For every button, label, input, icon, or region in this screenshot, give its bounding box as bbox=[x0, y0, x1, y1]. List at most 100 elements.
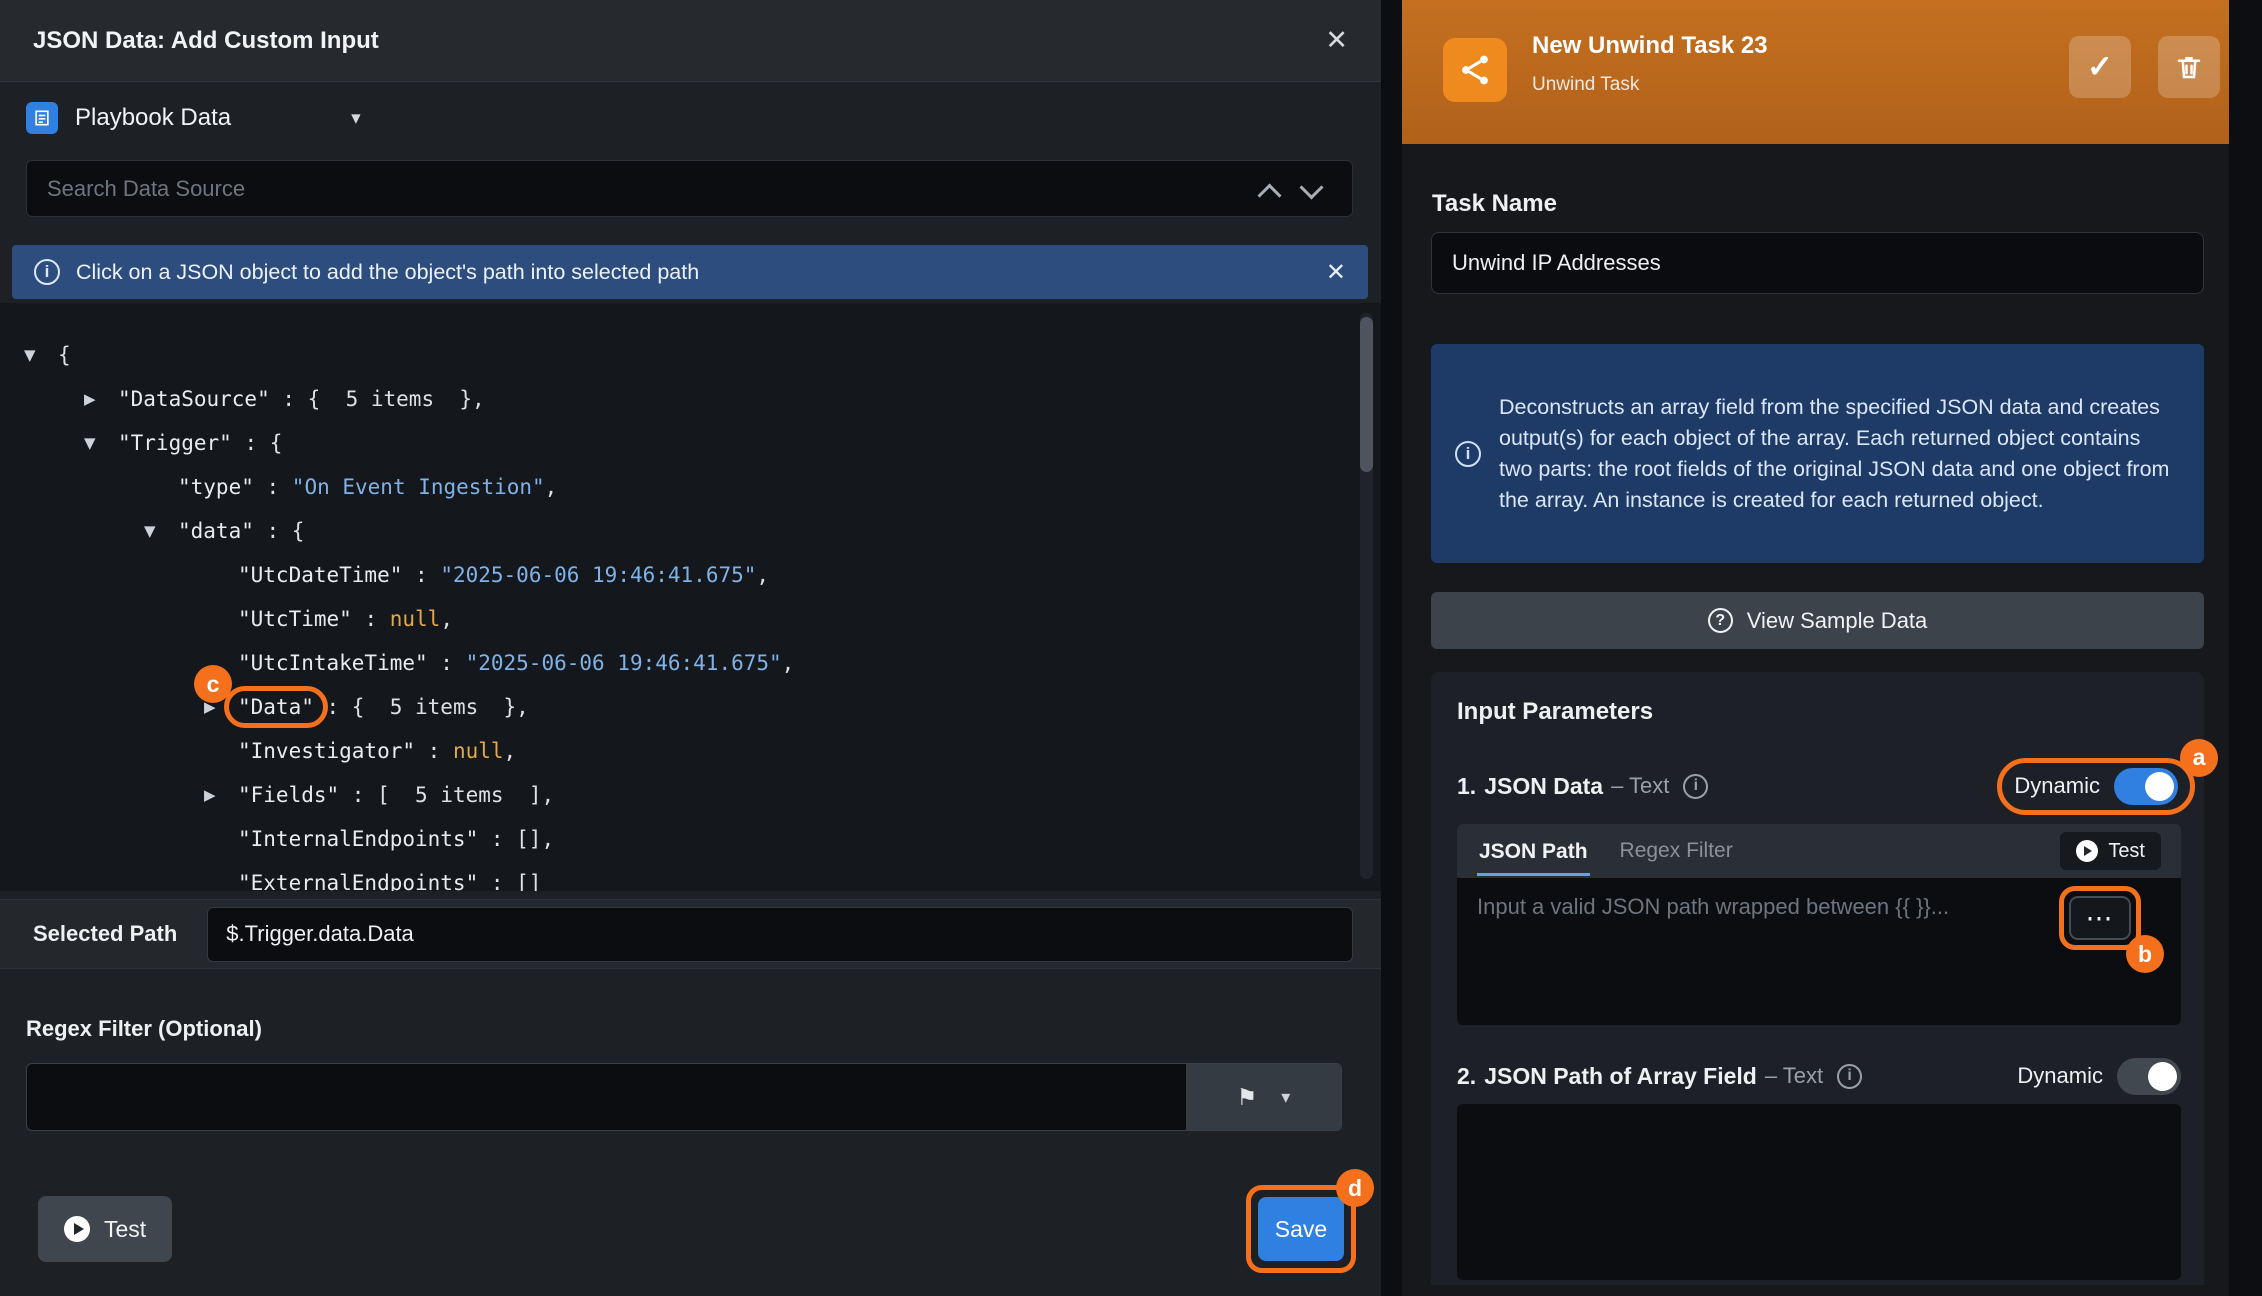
view-sample-data-button[interactable]: ? View Sample Data bbox=[1431, 592, 2204, 649]
task-name-input[interactable] bbox=[1431, 232, 2204, 294]
json-tree-line[interactable]: ▼{ bbox=[0, 333, 1381, 377]
dynamic-label: Dynamic bbox=[2017, 1063, 2103, 1089]
annotation-badge-c: c bbox=[194, 665, 232, 703]
input-parameters-heading: Input Parameters bbox=[1457, 698, 1653, 726]
json-token-punct: { bbox=[308, 387, 346, 411]
json-token-punct: : bbox=[352, 607, 390, 631]
json-token-key[interactable]: "Trigger" bbox=[118, 431, 232, 455]
task-name-label: Task Name bbox=[1432, 190, 1557, 218]
json-token-punct: : { bbox=[254, 519, 305, 543]
json-token-punct: ], bbox=[504, 783, 555, 807]
info-icon: i bbox=[1455, 441, 1481, 467]
editor-test-button[interactable]: Test bbox=[2060, 832, 2161, 870]
json-tree-line[interactable]: "UtcTime" : null, bbox=[0, 597, 1381, 641]
json-tree-line[interactable]: "UtcDateTime" : "2025-06-06 19:46:41.675… bbox=[0, 553, 1381, 597]
json-tree-line[interactable]: ▶"Data"c : { 5 items }, bbox=[0, 685, 1381, 729]
test-button[interactable]: Test bbox=[38, 1196, 172, 1262]
dynamic-toggle[interactable] bbox=[2117, 1058, 2181, 1095]
json-token-key[interactable]: "type" bbox=[178, 475, 254, 499]
selected-path-label: Selected Path bbox=[33, 921, 177, 947]
json-token-key[interactable]: "UtcDateTime" bbox=[238, 563, 402, 587]
close-icon[interactable]: ✕ bbox=[1325, 25, 1348, 56]
json-token-punct: [] bbox=[516, 871, 541, 891]
unwind-task-panel: New Unwind Task 23 Unwind Task ✓ Task Na… bbox=[1402, 0, 2229, 1296]
tab-json-path[interactable]: JSON Path bbox=[1477, 827, 1590, 876]
json-token-key[interactable]: "UtcIntakeTime" bbox=[238, 651, 428, 675]
editor-header: JSON Path Regex Filter Test bbox=[1457, 824, 2181, 878]
param-name: JSON Path of Array Field bbox=[1484, 1063, 1757, 1090]
json-token-key[interactable]: "ExternalEndpoints" bbox=[238, 871, 478, 891]
json-token-key[interactable]: "data" bbox=[178, 519, 254, 543]
annotation-ring-b: ⋯ b bbox=[2059, 886, 2141, 950]
expand-arrow-icon[interactable]: ▶ bbox=[204, 786, 238, 804]
play-icon bbox=[2076, 840, 2098, 862]
annotation-badge-a: a bbox=[2180, 739, 2218, 777]
regex-filter-input[interactable] bbox=[27, 1064, 1185, 1130]
save-button[interactable]: Save bbox=[1258, 1197, 1344, 1261]
json-token-punct: , bbox=[504, 739, 517, 763]
collapse-arrow-icon[interactable]: ▼ bbox=[24, 346, 58, 364]
screen: { "icons": { "close": "✕", "caret_down":… bbox=[0, 0, 2262, 1296]
json-token-punct: : { bbox=[232, 431, 283, 455]
scrollbar-thumb[interactable] bbox=[1360, 317, 1373, 472]
collapse-arrow-icon[interactable]: ▼ bbox=[144, 522, 178, 540]
json-tree-line[interactable]: "ExternalEndpoints" : [] bbox=[0, 861, 1381, 891]
json-token-punct: : bbox=[314, 695, 352, 719]
json-tree-line[interactable]: "InternalEndpoints" : [], bbox=[0, 817, 1381, 861]
json-token-punct: [ bbox=[377, 783, 415, 807]
annotation-badge-d: d bbox=[1336, 1169, 1374, 1207]
param-type: – Text bbox=[1611, 773, 1669, 799]
array-field-textarea[interactable] bbox=[1457, 1104, 2181, 1280]
play-icon bbox=[64, 1216, 90, 1242]
more-options-button[interactable]: ⋯ bbox=[2069, 896, 2131, 940]
info-icon[interactable]: i bbox=[1683, 774, 1708, 799]
task-header: New Unwind Task 23 Unwind Task ✓ bbox=[1402, 0, 2229, 144]
editor-body: ⋯ b bbox=[1457, 878, 2181, 1025]
collapse-arrow-icon[interactable]: ▼ bbox=[84, 434, 118, 452]
expand-arrow-icon[interactable]: ▶ bbox=[84, 390, 118, 408]
json-token-key[interactable]: "Fields" bbox=[238, 783, 339, 807]
json-data-dialog: JSON Data: Add Custom Input ✕ Playbook D… bbox=[0, 0, 1381, 1296]
dialog-footer: Test Save d bbox=[0, 1196, 1381, 1286]
regex-filter-label: Regex Filter (Optional) bbox=[26, 1016, 262, 1042]
json-tree-line[interactable]: ▼"Trigger" : { bbox=[0, 421, 1381, 465]
save-button-label: Save bbox=[1275, 1216, 1327, 1243]
json-token-punct: : bbox=[402, 563, 440, 587]
flag-icon: ⚑ bbox=[1237, 1084, 1258, 1111]
flag-dropdown-button[interactable]: ⚑ ▾ bbox=[1186, 1064, 1341, 1130]
annotation-badge-b: b bbox=[2126, 935, 2164, 973]
json-token-punct: , bbox=[440, 607, 453, 631]
json-tree-line[interactable]: ▼"data" : { bbox=[0, 509, 1381, 553]
param-index: 2. bbox=[1457, 1063, 1476, 1090]
info-icon[interactable]: i bbox=[1837, 1064, 1862, 1089]
json-token-punct: : bbox=[415, 739, 453, 763]
json-token-punct: { bbox=[58, 343, 71, 367]
confirm-button[interactable]: ✓ bbox=[2069, 36, 2131, 98]
selected-path-input[interactable] bbox=[207, 907, 1353, 962]
json-token-null: null bbox=[390, 607, 441, 631]
toggle-knob bbox=[2148, 1062, 2177, 1091]
json-tree-line[interactable]: ▶"DataSource" : { 5 items }, bbox=[0, 377, 1381, 421]
json-token-punct: }, bbox=[434, 387, 485, 411]
param-row-array-field: 2. JSON Path of Array Field – Text i Dyn… bbox=[1457, 1050, 2181, 1102]
search-input[interactable] bbox=[27, 161, 1352, 216]
delete-button[interactable] bbox=[2158, 36, 2220, 98]
json-tree-line[interactable]: "Investigator" : null, bbox=[0, 729, 1381, 773]
data-source-dropdown[interactable]: Playbook Data ▾ bbox=[26, 96, 361, 140]
dynamic-toggle[interactable] bbox=[2114, 768, 2178, 805]
json-token-key[interactable]: "InternalEndpoints" bbox=[238, 827, 478, 851]
banner-close-icon[interactable]: ✕ bbox=[1326, 258, 1346, 287]
json-tree-line[interactable]: ▶"Fields" : [ 5 items ], bbox=[0, 773, 1381, 817]
json-token-key[interactable]: "Data" bbox=[238, 695, 314, 719]
json-token-key[interactable]: "Investigator" bbox=[238, 739, 415, 763]
task-description-box: i Deconstructs an array field from the s… bbox=[1431, 344, 2204, 563]
json-token-punct: : bbox=[478, 827, 516, 851]
json-token-key[interactable]: "DataSource" bbox=[118, 387, 270, 411]
json-token-key[interactable]: "UtcTime" bbox=[238, 607, 352, 631]
search-data-source-field bbox=[26, 160, 1353, 217]
dynamic-label: Dynamic bbox=[2014, 773, 2100, 799]
test-button-label: Test bbox=[104, 1216, 146, 1243]
tab-regex-filter[interactable]: Regex Filter bbox=[1620, 839, 1733, 863]
json-token-punct: { bbox=[352, 695, 390, 719]
json-tree-line[interactable]: "type" : "On Event Ingestion", bbox=[0, 465, 1381, 509]
